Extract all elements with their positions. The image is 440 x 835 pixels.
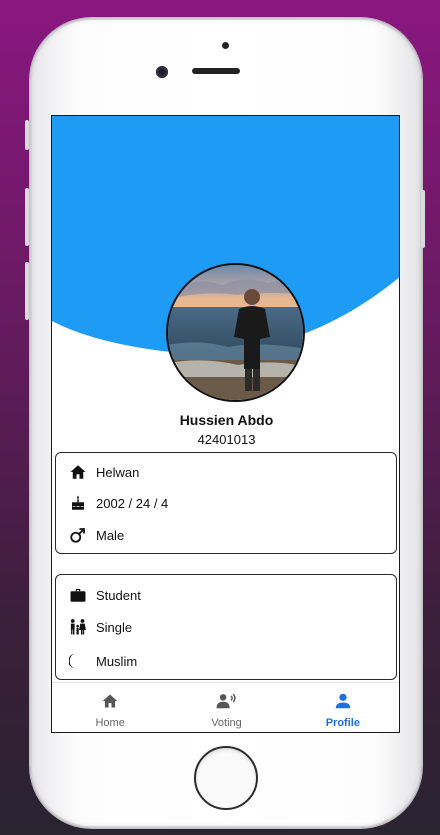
- briefcase-icon: [68, 585, 88, 605]
- app-screen: Hussien Abdo 42401013 Helwan 2002 / 24 /…: [51, 115, 400, 733]
- house-icon: [68, 462, 88, 482]
- personal-info-card: Helwan 2002 / 24 / 4 Male: [55, 452, 397, 554]
- info-row-birthdate: 2002 / 24 / 4: [68, 491, 168, 515]
- nav-voting[interactable]: Voting: [168, 683, 284, 732]
- address-label: Helwan: [96, 464, 140, 480]
- nav-voting-label: Voting: [211, 717, 242, 729]
- gender-label: Male: [96, 527, 125, 543]
- info-row-religion: Muslim: [68, 649, 137, 673]
- nav-home-label: Home: [95, 717, 125, 729]
- volume-up-button: [25, 188, 29, 246]
- bottom-navigation: Home Voting Profile: [52, 682, 399, 732]
- info-row-occupation: Student: [68, 583, 141, 607]
- earpiece-speaker: [192, 68, 240, 74]
- crescent-moon-icon: [68, 651, 88, 671]
- volume-down-button: [25, 262, 29, 320]
- home-button[interactable]: [194, 746, 258, 810]
- info-row-address: Helwan: [68, 460, 139, 484]
- profile-name: Hussien Abdo: [179, 412, 274, 428]
- profile-id: 42401013: [197, 432, 256, 447]
- person-icon: [335, 693, 351, 714]
- marital-status-label: Single: [96, 619, 133, 635]
- front-camera: [156, 66, 168, 78]
- power-button: [421, 190, 425, 248]
- profile-photo[interactable]: [166, 263, 305, 402]
- occupation-label: Student: [96, 587, 141, 603]
- voice-person-icon: [215, 693, 237, 714]
- birthdate-label: 2002 / 24 / 4: [96, 495, 169, 511]
- religion-label: Muslim: [96, 653, 138, 669]
- status-info-card: Student Single Muslim: [55, 574, 397, 680]
- info-row-gender: Male: [68, 523, 124, 547]
- nav-profile[interactable]: Profile: [285, 683, 399, 732]
- family-icon: [68, 617, 88, 637]
- nav-home[interactable]: Home: [52, 683, 168, 732]
- nav-profile-label: Profile: [325, 717, 360, 729]
- proximity-sensor: [222, 42, 229, 49]
- home-icon: [101, 693, 119, 714]
- info-row-marital-status: Single: [68, 615, 132, 639]
- mute-switch: [25, 120, 29, 150]
- birthday-cake-icon: [68, 493, 88, 513]
- male-symbol-icon: [68, 525, 88, 545]
